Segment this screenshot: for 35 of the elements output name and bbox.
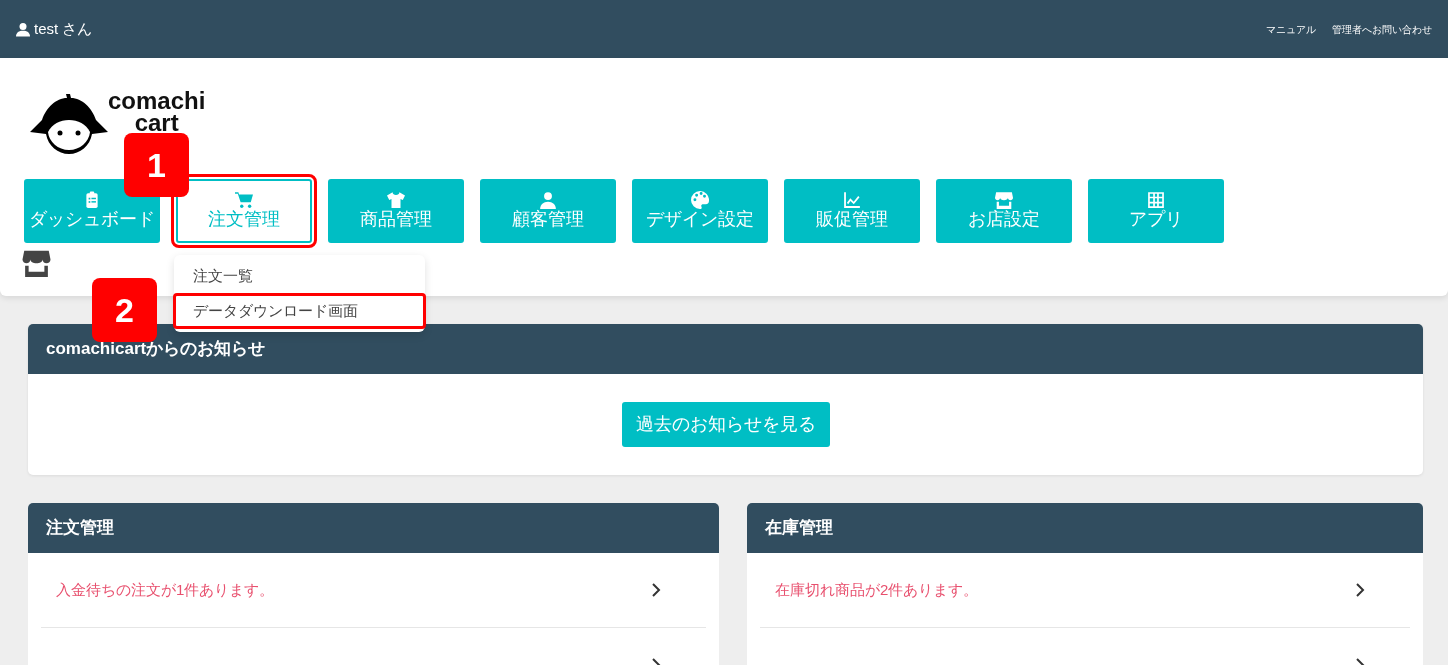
nav-button[interactable]: デザイン設定 [632, 179, 768, 243]
nav-button[interactable]: お店設定 [936, 179, 1072, 243]
user-name: test さん [34, 18, 93, 39]
step-number-badge: 2 [92, 278, 157, 342]
past-notices-button[interactable]: 過去のお知らせを見る [621, 402, 830, 447]
notice-link-row[interactable]: 在庫切れ商品が2件あります。 [760, 553, 1410, 628]
person-icon [539, 191, 557, 210]
step-number-badge: 1 [124, 133, 189, 197]
cart-icon [235, 191, 253, 210]
row-text: 入金待ちの注文が1件あります。 [56, 579, 275, 600]
panel-header: comachicartからのお知らせ [28, 324, 1423, 374]
nav-button[interactable]: 商品管理 [328, 179, 464, 243]
store-icon [22, 249, 51, 277]
panel-header: 注文管理 [28, 503, 719, 553]
clipboard-icon [83, 191, 101, 210]
store-icon [995, 191, 1013, 210]
grid-icon [1147, 191, 1165, 210]
logo-text: cart [134, 112, 179, 134]
nav-button[interactable]: アプリ [1088, 179, 1224, 243]
chevron-right-icon [651, 583, 661, 597]
chevron-right-icon [1355, 583, 1365, 597]
row-text: 在庫切れ商品が2件あります。 [775, 579, 979, 600]
shirt-icon [387, 191, 405, 210]
palette-icon [691, 191, 709, 210]
logo-text: comachi [108, 90, 206, 112]
line-chart-icon [843, 191, 861, 210]
panel-header: 在庫管理 [747, 503, 1423, 553]
dropdown-item[interactable]: 注文一覧 [174, 259, 425, 294]
nav-button[interactable]: 販促管理 [784, 179, 920, 243]
top-bar-link[interactable]: マニュアル [1266, 21, 1316, 37]
user-icon [16, 21, 30, 37]
nav-button[interactable]: ダッシュボード [24, 179, 160, 243]
notice-link-row[interactable]: 入金待ちの注文が1件あります。 [41, 553, 706, 628]
top-bar-link[interactable]: 管理者へお問い合わせ [1332, 21, 1432, 37]
nav-button[interactable]: 顧客管理 [480, 179, 616, 243]
